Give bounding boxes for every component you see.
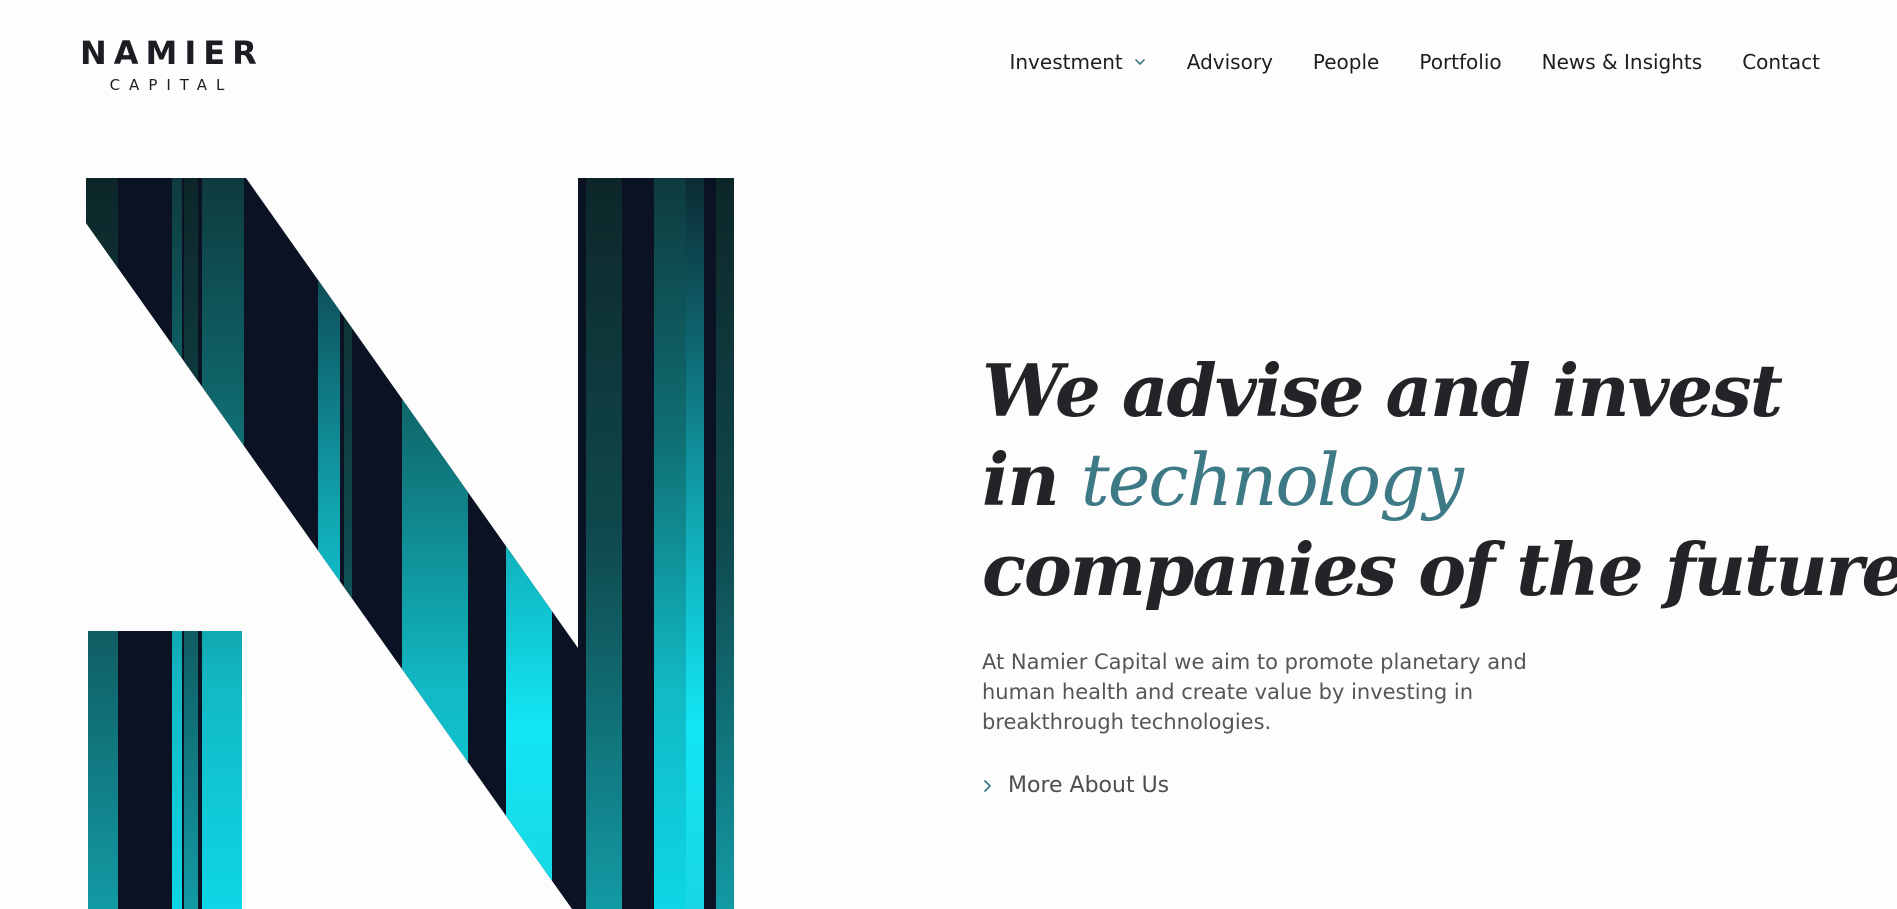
- nav-item-investment[interactable]: Investment: [1009, 50, 1146, 74]
- nav-item-news-insights[interactable]: News & Insights: [1542, 50, 1703, 74]
- nav-item-contact[interactable]: Contact: [1742, 50, 1820, 74]
- nav-item-label: Advisory: [1186, 50, 1273, 74]
- hero-title-line-2: in technology: [982, 435, 1862, 525]
- nav-item-label: Portfolio: [1419, 50, 1502, 74]
- hero-n-graphic: [86, 178, 734, 909]
- nav-item-advisory[interactable]: Advisory: [1187, 50, 1273, 74]
- chevron-right-icon: [984, 779, 991, 792]
- nav-item-label: Investment: [1009, 50, 1123, 74]
- hero-description: At Namier Capital we aim to promote plan…: [982, 650, 1527, 734]
- nav-item-people[interactable]: People: [1313, 50, 1379, 74]
- nav-item-label: Contact: [1742, 50, 1820, 74]
- hero-title: We advise and invest in technology compa…: [982, 346, 1897, 614]
- brand-name-top: NAMIER: [80, 34, 264, 72]
- nav-item-label: People: [1312, 50, 1380, 74]
- hero-title-line-3: companies of the future: [982, 527, 1897, 612]
- nav-item-portfolio[interactable]: Portfolio: [1419, 50, 1501, 74]
- hero-title-line-1: We advise and invest: [982, 348, 1783, 433]
- brand-logo[interactable]: NAMIER CAPITAL: [80, 36, 257, 94]
- chevron-down-icon: [1134, 59, 1145, 65]
- nav-item-label: News & Insights: [1541, 50, 1703, 74]
- brand-name-bottom: CAPITAL: [109, 76, 234, 94]
- more-about-us-link[interactable]: More About Us: [982, 773, 1169, 798]
- more-about-us-label: More About Us: [1008, 773, 1170, 798]
- main-nav: Investment Advisory People Portfolio New…: [1009, 50, 1820, 74]
- hero-title-accent: technology: [1080, 438, 1464, 522]
- hero-title-prefix: in: [982, 437, 1081, 522]
- page: NAMIER CAPITAL Investment Advisory Peopl…: [0, 0, 1897, 909]
